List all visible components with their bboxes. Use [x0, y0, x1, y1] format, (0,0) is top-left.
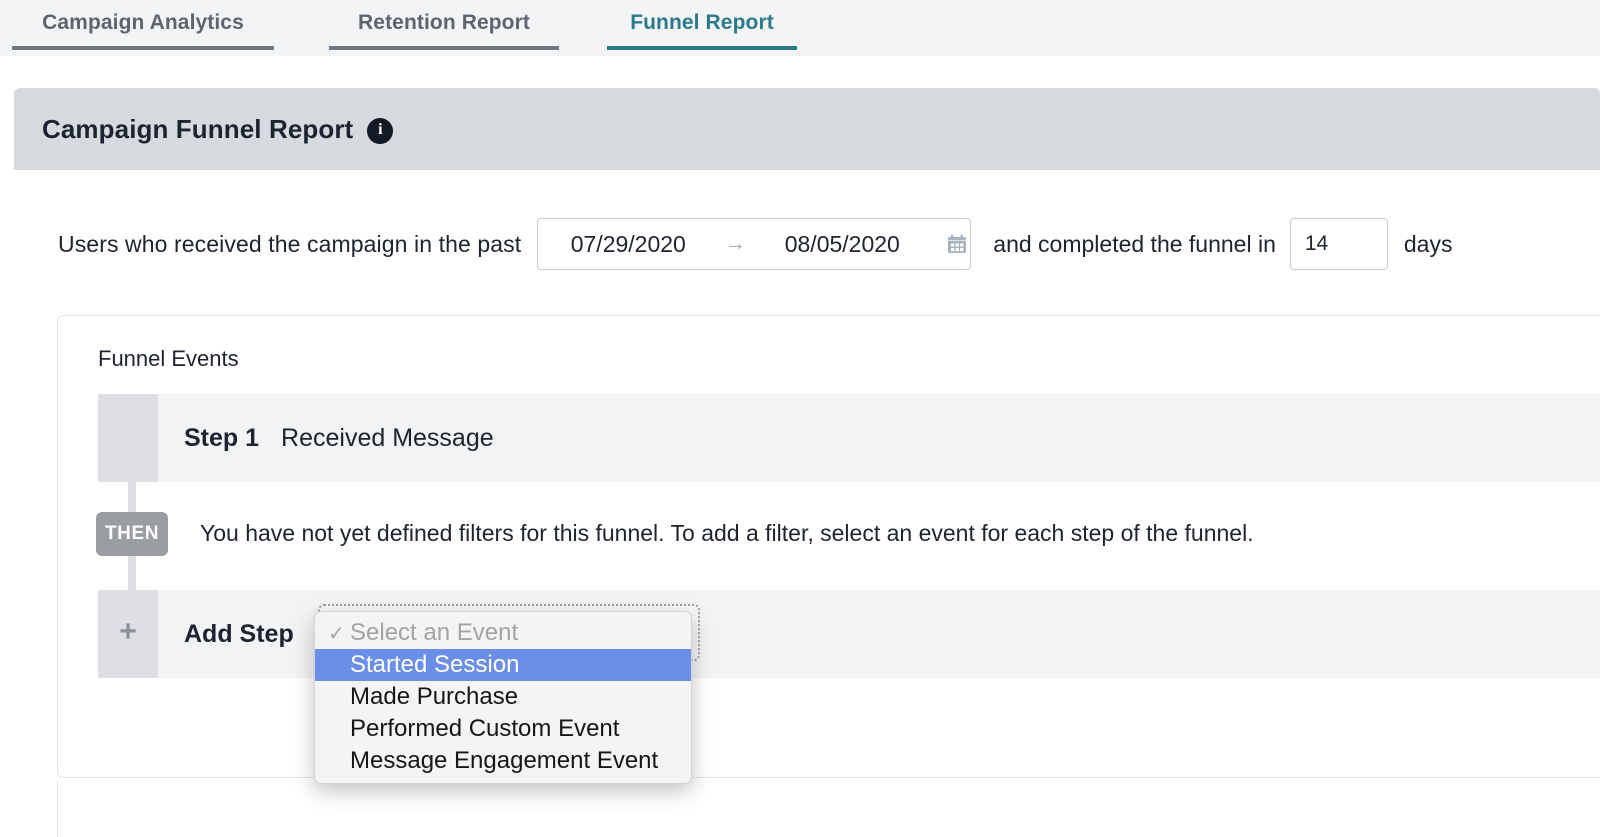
funnel-events-label: Funnel Events — [98, 346, 239, 371]
checkmark-icon: ✓ — [328, 622, 345, 645]
panel-body: Users who received the campaign in the p… — [14, 170, 1600, 837]
dropdown-option-label: Select an Event — [350, 619, 519, 646]
dropdown-option-select-an-event[interactable]: ✓ Select an Event — [315, 617, 691, 649]
step-1-number: Step 1 — [184, 423, 260, 452]
tab-funnel-report[interactable]: Funnel Report — [607, 0, 797, 50]
calendar-icon[interactable] — [946, 233, 968, 255]
dropdown-option-label: Message Engagement Event — [350, 747, 659, 774]
date-range-picker[interactable]: 07/29/2020 → 08/05/2020 — [537, 218, 972, 270]
days-unit-label: days — [1403, 230, 1453, 257]
page-title: Campaign Funnel Report — [42, 113, 354, 144]
tab-label: Funnel Report — [630, 11, 774, 34]
dropdown-option-performed-custom-event[interactable]: Performed Custom Event — [315, 713, 691, 745]
then-badge: THEN — [96, 512, 168, 556]
info-icon-glyph: i — [378, 121, 383, 138]
empty-filters-message: You have not yet defined filters for thi… — [200, 520, 1254, 546]
query-middle-label: and completed the funnel in — [993, 230, 1276, 257]
days-input[interactable] — [1289, 218, 1388, 270]
funnel-query-row: Users who received the campaign in the p… — [58, 218, 1452, 270]
funnel-card-lower-section — [57, 780, 1600, 837]
dropdown-option-label: Made Purchase — [350, 683, 519, 710]
event-select-dropdown: ✓ Select an Event Started Session Made P… — [314, 611, 692, 784]
dropdown-option-started-session[interactable]: Started Session — [315, 649, 691, 681]
query-prefix-label: Users who received the campaign in the p… — [58, 230, 522, 257]
tab-campaign-analytics[interactable]: Campaign Analytics — [12, 0, 274, 50]
panel-header: Campaign Funnel Report i — [14, 88, 1600, 170]
add-step-label: Add Step — [184, 619, 294, 648]
tab-label: Retention Report — [358, 11, 530, 34]
step-drag-handle[interactable] — [98, 394, 158, 482]
dropdown-option-label: Started Session — [350, 651, 520, 678]
plus-icon: + — [119, 615, 137, 648]
tab-retention-report[interactable]: Retention Report — [329, 0, 559, 50]
date-start-value[interactable]: 07/29/2020 — [538, 231, 718, 258]
dropdown-option-made-purchase[interactable]: Made Purchase — [315, 681, 691, 713]
info-icon[interactable]: i — [367, 118, 394, 144]
funnel-step-row-1: Step 1 Received Message — [98, 394, 1600, 482]
tab-label: Campaign Analytics — [42, 11, 244, 34]
dropdown-option-message-engagement-event[interactable]: Message Engagement Event — [315, 745, 691, 777]
step-1-event-name[interactable]: Received Message — [281, 424, 494, 453]
add-step-button[interactable]: + — [98, 590, 158, 678]
funnel-events-card: Funnel Events Step 1 Received Message TH… — [57, 315, 1600, 778]
arrow-right-icon: → — [724, 232, 746, 255]
date-end-value[interactable]: 08/05/2020 — [752, 231, 932, 258]
report-tab-bar: Campaign Analytics Retention Report Funn… — [0, 0, 1600, 56]
dropdown-option-label: Performed Custom Event — [350, 715, 620, 742]
